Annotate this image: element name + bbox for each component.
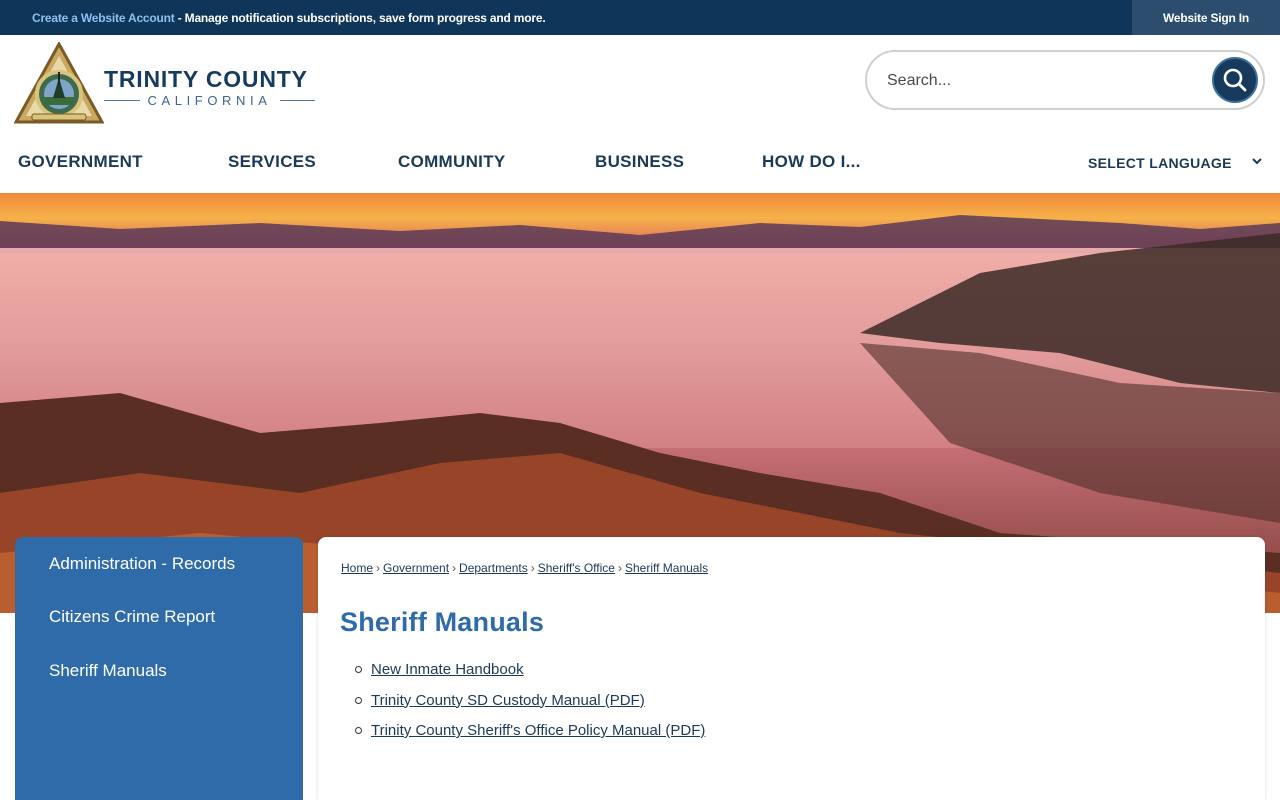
notification-bar: Create a Website Account - Manage notifi…: [0, 0, 1280, 35]
document-link-policy-manual[interactable]: Trinity County Sheriff's Office Policy M…: [371, 722, 705, 739]
search-box: [865, 50, 1265, 110]
select-language-dropdown[interactable]: SELECT LANGUAGE: [1088, 155, 1232, 171]
nav-government[interactable]: GOVERNMENT: [18, 152, 143, 172]
document-link-new-inmate-handbook[interactable]: New Inmate Handbook: [371, 661, 524, 678]
sidebar-item-citizens-crime-report[interactable]: Citizens Crime Report: [49, 607, 215, 627]
sidebar-item-sheriff-manuals[interactable]: Sheriff Manuals: [49, 661, 167, 681]
subtitle-rule-left: [104, 100, 140, 101]
subtitle-text: CALIFORNIA: [147, 93, 272, 108]
breadcrumb-separator: ›: [617, 561, 622, 575]
breadcrumb-departments[interactable]: Departments: [459, 561, 528, 575]
create-account-link[interactable]: Create a Website Account: [32, 11, 175, 25]
breadcrumb-separator: ›: [376, 561, 381, 575]
website-sign-in-button[interactable]: Website Sign In: [1132, 0, 1280, 35]
document-list: New Inmate Handbook Trinity County SD Cu…: [355, 661, 705, 753]
county-name[interactable]: TRINITY COUNTY: [104, 66, 308, 93]
list-item: Trinity County Sheriff's Office Policy M…: [355, 722, 705, 753]
bullet-icon: [355, 666, 362, 673]
breadcrumb-separator: ›: [530, 561, 535, 575]
notification-text: Create a Website Account - Manage notifi…: [32, 11, 546, 25]
bullet-icon: [355, 727, 362, 734]
breadcrumb-sheriff-manuals[interactable]: Sheriff Manuals: [625, 561, 708, 575]
sidebar-item-administration-records[interactable]: Administration - Records: [49, 554, 235, 574]
content-panel: Home › Government › Departments › Sheriff's Of…: [318, 537, 1265, 800]
search-input[interactable]: [887, 68, 1207, 94]
nav-how-do-i[interactable]: HOW DO I...: [762, 152, 861, 172]
page-title: Sheriff Manuals: [340, 607, 545, 637]
sidebar-nav: Administration - Records Citizens Crime …: [15, 537, 303, 800]
document-link-custody-manual[interactable]: Trinity County SD Custody Manual (PDF): [371, 692, 645, 709]
list-item: New Inmate Handbook: [355, 661, 705, 692]
breadcrumb-home[interactable]: Home: [341, 561, 373, 575]
breadcrumb-sheriffs-office[interactable]: Sheriff's Office: [538, 561, 615, 575]
bullet-icon: [355, 696, 362, 704]
subtitle-rule-right: [279, 100, 316, 101]
county-seal-logo[interactable]: [13, 40, 105, 124]
list-item: Trinity County SD Custody Manual (PDF): [355, 692, 705, 723]
breadcrumb-government[interactable]: Government: [383, 561, 449, 575]
nav-business[interactable]: BUSINESS: [595, 152, 684, 172]
search-icon: [1223, 68, 1247, 92]
county-subtitle: CALIFORNIA: [104, 93, 316, 108]
county-seal-icon: [13, 40, 105, 124]
nav-community[interactable]: COMMUNITY: [398, 152, 506, 172]
breadcrumb: Home › Government › Departments › Sheriff's Of…: [341, 561, 708, 575]
nav-services[interactable]: SERVICES: [228, 152, 316, 172]
search-button[interactable]: [1212, 57, 1258, 103]
notification-message: - Manage notification subscriptions, sav…: [174, 11, 546, 25]
chevron-down-icon[interactable]: [1250, 154, 1264, 168]
breadcrumb-separator: ›: [452, 561, 457, 575]
